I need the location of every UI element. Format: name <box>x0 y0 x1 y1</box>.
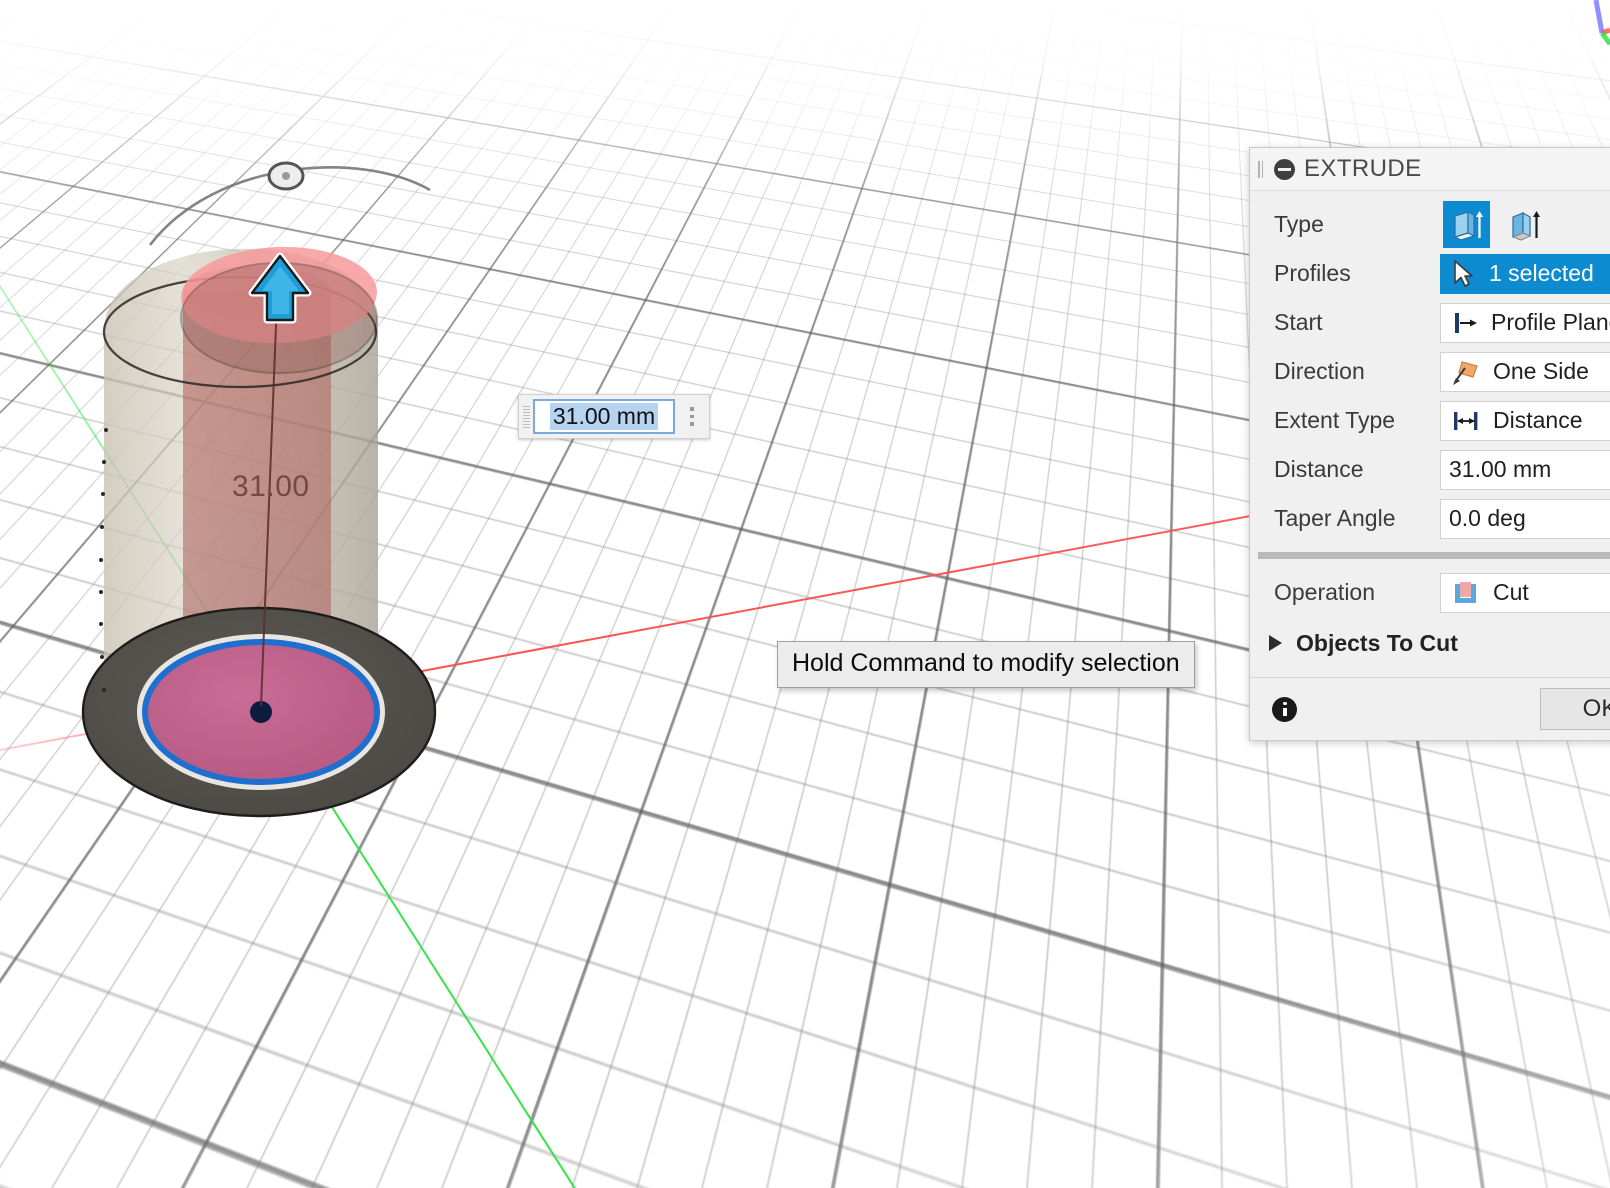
distance-input[interactable]: 31.00 mm <box>1440 450 1610 490</box>
row-label-operation: Operation <box>1274 579 1440 606</box>
extent-type-value: Distance <box>1493 407 1582 434</box>
row-operation: Operation Cut <box>1250 568 1610 617</box>
dialog-header[interactable]: EXTRUDE <box>1250 148 1610 191</box>
selection-tooltip: Hold Command to modify selection <box>777 641 1195 688</box>
info-icon[interactable] <box>1272 697 1297 722</box>
direction-value: One Side <box>1493 358 1589 385</box>
row-label-type: Type <box>1274 211 1440 238</box>
row-type: Type <box>1250 200 1610 249</box>
row-direction: Direction One Side <box>1250 347 1610 396</box>
operation-value: Cut <box>1493 579 1529 606</box>
dialog-drag-handle[interactable] <box>1256 161 1265 178</box>
app-window: 31.00 31.00 mm Hold Command to modify se… <box>0 0 1610 1188</box>
distance-value: 31.00 mm <box>1449 456 1551 483</box>
extrude-icon <box>1274 159 1295 180</box>
row-label-extent-type: Extent Type <box>1274 407 1440 434</box>
one-side-icon <box>1451 358 1481 386</box>
dimension-grip-handle[interactable] <box>519 395 533 438</box>
extrude-solid-icon <box>1448 206 1486 244</box>
taper-angle-input[interactable]: 0.0 deg <box>1440 499 1610 539</box>
ok-button[interactable]: OK <box>1540 688 1610 730</box>
profiles-select-field[interactable]: 1 selected <box>1440 254 1610 294</box>
distance-icon <box>1451 407 1481 435</box>
type-button-group <box>1440 201 1547 248</box>
cut-icon <box>1451 579 1481 607</box>
direction-select-field[interactable]: One Side <box>1440 352 1610 392</box>
profile-plane-icon <box>1451 309 1479 337</box>
start-value: Profile Plane <box>1491 309 1610 336</box>
start-select-field[interactable]: Profile Plane <box>1440 303 1610 343</box>
row-label-profiles: Profiles <box>1274 260 1440 287</box>
row-label-distance: Distance <box>1274 456 1440 483</box>
model-dimension-label: 31.00 <box>232 470 310 504</box>
chevron-right-icon <box>1269 635 1282 651</box>
dimension-options-menu-icon[interactable] <box>675 395 709 438</box>
row-start: Start Profile Plane <box>1250 298 1610 347</box>
extent-type-select-field[interactable]: Distance <box>1440 401 1610 441</box>
type-thin-button[interactable] <box>1500 201 1547 248</box>
dimension-input-value: 31.00 mm <box>550 403 658 430</box>
taper-angle-value: 0.0 deg <box>1449 505 1526 532</box>
row-profiles: Profiles 1 selected <box>1250 249 1610 298</box>
profiles-value: 1 selected <box>1489 260 1594 287</box>
row-label-start: Start <box>1274 309 1440 336</box>
row-taper-angle: Taper Angle 0.0 deg <box>1250 494 1610 543</box>
dimension-input[interactable]: 31.00 mm <box>533 399 675 434</box>
thin-extrude-icon <box>1505 206 1543 244</box>
dialog-footer: OK <box>1250 677 1610 740</box>
objects-to-cut-label: Objects To Cut <box>1296 630 1458 657</box>
dialog-divider <box>1258 552 1610 559</box>
type-solid-button[interactable] <box>1443 201 1490 248</box>
extrude-dialog[interactable]: EXTRUDE Type Profiles 1 selected Start P… <box>1249 147 1610 741</box>
row-extent-type: Extent Type Distance <box>1250 396 1610 445</box>
dialog-title: EXTRUDE <box>1304 155 1421 183</box>
row-label-taper-angle: Taper Angle <box>1274 505 1440 532</box>
dimension-edit-box[interactable]: 31.00 mm <box>518 394 710 439</box>
objects-to-cut-section[interactable]: Objects To Cut <box>1250 617 1610 669</box>
operation-select-field[interactable]: Cut <box>1440 573 1610 613</box>
cursor-arrow-icon <box>1451 259 1477 289</box>
row-distance: Distance 31.00 mm <box>1250 445 1610 494</box>
dialog-body: Type Profiles 1 selected Start Profile P… <box>1250 191 1610 677</box>
row-label-direction: Direction <box>1274 358 1440 385</box>
